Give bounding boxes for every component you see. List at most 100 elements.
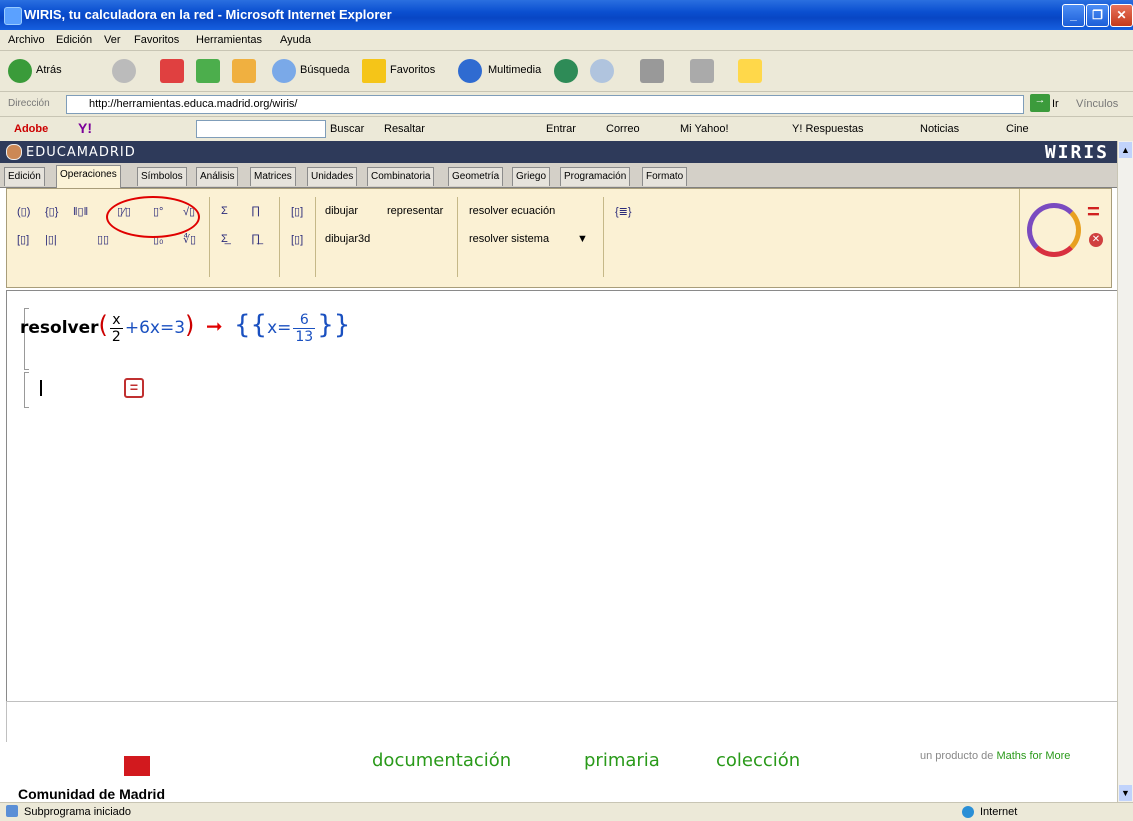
product-limits-icon[interactable]: ∏̲ bbox=[251, 233, 260, 245]
documentation-link[interactable]: documentación bbox=[372, 750, 511, 771]
search-label[interactable]: Búsqueda bbox=[300, 64, 350, 76]
formula-line[interactable]: resolver(x 2 +6x=3) ➞ {{x= 6 13}} bbox=[20, 310, 350, 345]
highlight-circle bbox=[106, 196, 200, 238]
tab-formato[interactable]: Formato bbox=[642, 167, 688, 186]
tab-griego[interactable]: Griego bbox=[512, 167, 551, 186]
menu-favoritos[interactable]: Favoritos bbox=[134, 34, 179, 46]
brand-name: EDUCAMADRID bbox=[26, 145, 136, 160]
formula-editor[interactable] bbox=[6, 290, 1118, 702]
back-icon[interactable] bbox=[8, 59, 32, 83]
page-icon bbox=[6, 805, 18, 817]
plot-button[interactable]: representar bbox=[387, 205, 443, 217]
matrix-icon[interactable]: [▯] bbox=[291, 205, 303, 218]
vertical-scrollbar[interactable]: ▲ ▼ bbox=[1117, 141, 1133, 802]
address-url[interactable]: http://herramientas.educa.madrid.org/wir… bbox=[89, 98, 297, 110]
primary-link[interactable]: primaria bbox=[584, 750, 660, 771]
address-bar: Dirección http://herramientas.educa.madr… bbox=[0, 92, 1133, 117]
myyahoo-button[interactable]: Mi Yahoo! bbox=[680, 123, 729, 135]
ie-icon bbox=[4, 7, 22, 25]
draw-button[interactable]: dibujar bbox=[325, 205, 358, 217]
norm-icon[interactable]: ‖▯‖ bbox=[73, 205, 88, 218]
stop-icon[interactable] bbox=[160, 59, 184, 83]
edit-icon[interactable] bbox=[690, 59, 714, 83]
go-arrow-icon[interactable]: → bbox=[1030, 94, 1050, 112]
menu-archivo[interactable]: Archivo bbox=[8, 34, 45, 46]
braces-icon[interactable]: {▯} bbox=[45, 205, 58, 218]
scroll-up-icon[interactable]: ▲ bbox=[1119, 142, 1132, 158]
maximize-button[interactable]: ❐ bbox=[1086, 4, 1109, 27]
cinema-button[interactable]: Cine bbox=[1006, 123, 1029, 135]
mail-icon[interactable] bbox=[590, 59, 614, 83]
enter-button[interactable]: Entrar bbox=[546, 123, 576, 135]
adobe-button[interactable]: Adobe bbox=[14, 123, 48, 135]
tab-operaciones[interactable]: Operaciones bbox=[56, 165, 121, 188]
home-icon[interactable] bbox=[232, 59, 256, 83]
search-icon[interactable] bbox=[272, 59, 296, 83]
maths-for-more-link[interactable]: Maths for More bbox=[996, 750, 1070, 762]
madrid-flag-icon bbox=[124, 756, 150, 776]
system-braces-icon[interactable]: {≣} bbox=[615, 205, 632, 218]
mixed-fraction-icon[interactable]: ▯▯ bbox=[97, 233, 109, 246]
palette-separator bbox=[457, 197, 458, 277]
wiris-logo: WIRIS bbox=[1044, 142, 1109, 163]
news-button[interactable]: Noticias bbox=[920, 123, 959, 135]
media-label[interactable]: Multimedia bbox=[488, 64, 541, 76]
palette-separator bbox=[315, 197, 316, 277]
sum-limits-icon[interactable]: Σ̲ bbox=[221, 233, 228, 245]
yahoo-search-button[interactable]: Buscar bbox=[330, 123, 364, 135]
product-icon[interactable]: ∏ bbox=[251, 205, 260, 217]
globe-icon bbox=[962, 806, 974, 818]
tab-geometria[interactable]: Geometría bbox=[448, 167, 504, 186]
chevron-down-icon[interactable]: ▼ bbox=[577, 233, 588, 245]
print-icon[interactable] bbox=[640, 59, 664, 83]
clear-icon[interactable]: ✕ bbox=[1089, 233, 1103, 247]
tab-edicion[interactable]: Edición bbox=[4, 167, 45, 186]
draw3d-button[interactable]: dibujar3d bbox=[325, 233, 370, 245]
parentheses-icon[interactable]: (▯) bbox=[17, 205, 30, 218]
collection-link[interactable]: colección bbox=[716, 750, 800, 771]
calculate-block-icon[interactable]: = bbox=[124, 378, 144, 398]
yahoo-search-input[interactable] bbox=[196, 120, 326, 138]
calculate-icon[interactable]: = bbox=[1087, 199, 1100, 225]
solve-system-button[interactable]: resolver sistema bbox=[469, 233, 549, 245]
matrix-column-icon[interactable]: [▯] bbox=[291, 233, 303, 246]
minimize-button[interactable]: _ bbox=[1062, 4, 1085, 27]
menu-ayuda[interactable]: Ayuda bbox=[280, 34, 311, 46]
scroll-down-icon[interactable]: ▼ bbox=[1119, 785, 1132, 801]
go-label[interactable]: Ir bbox=[1052, 98, 1059, 110]
favorites-icon[interactable] bbox=[362, 59, 386, 83]
close-button[interactable]: ✕ bbox=[1110, 4, 1133, 27]
brackets-icon[interactable]: [▯] bbox=[17, 233, 29, 246]
media-icon[interactable] bbox=[458, 59, 482, 83]
palette-separator bbox=[1019, 189, 1020, 287]
abs-value-icon[interactable]: |▯| bbox=[45, 233, 57, 246]
menu-herramientas[interactable]: Herramientas bbox=[196, 34, 262, 46]
tab-matrices[interactable]: Matrices bbox=[250, 167, 296, 186]
tab-combinatoria[interactable]: Combinatoria bbox=[367, 167, 435, 186]
messenger-icon[interactable] bbox=[738, 59, 762, 83]
result-arrow-icon: ➞ bbox=[205, 314, 223, 338]
solve-equation-button[interactable]: resolver ecuación bbox=[469, 205, 555, 217]
highlight-button[interactable]: Resaltar bbox=[384, 123, 425, 135]
history-icon[interactable] bbox=[554, 59, 578, 83]
links-label[interactable]: Vínculos bbox=[1076, 98, 1118, 110]
mail-button[interactable]: Correo bbox=[606, 123, 640, 135]
address-input[interactable]: http://herramientas.educa.madrid.org/wir… bbox=[66, 95, 1024, 114]
answers-button[interactable]: Y! Respuestas bbox=[792, 123, 864, 135]
yahoo-logo-icon[interactable]: Y! bbox=[78, 120, 92, 136]
tab-analisis[interactable]: Análisis bbox=[196, 167, 239, 186]
nth-root-icon[interactable]: ∜▯ bbox=[183, 233, 196, 246]
status-bar: Subprograma iniciado Internet bbox=[0, 802, 1133, 821]
result-denominator: 13 bbox=[295, 328, 314, 345]
refresh-icon[interactable] bbox=[196, 59, 220, 83]
sum-icon[interactable]: Σ bbox=[221, 205, 228, 217]
tab-simbolos[interactable]: Símbolos bbox=[137, 167, 187, 186]
favorites-label[interactable]: Favoritos bbox=[390, 64, 435, 76]
wiris-logo-icon[interactable] bbox=[1027, 203, 1081, 257]
menu-ver[interactable]: Ver bbox=[104, 34, 121, 46]
forward-icon[interactable] bbox=[112, 59, 136, 83]
back-label[interactable]: Atrás bbox=[36, 64, 62, 76]
menu-edicion[interactable]: Edición bbox=[56, 34, 92, 46]
tab-unidades[interactable]: Unidades bbox=[307, 167, 358, 186]
tab-programacion[interactable]: Programación bbox=[560, 167, 631, 186]
